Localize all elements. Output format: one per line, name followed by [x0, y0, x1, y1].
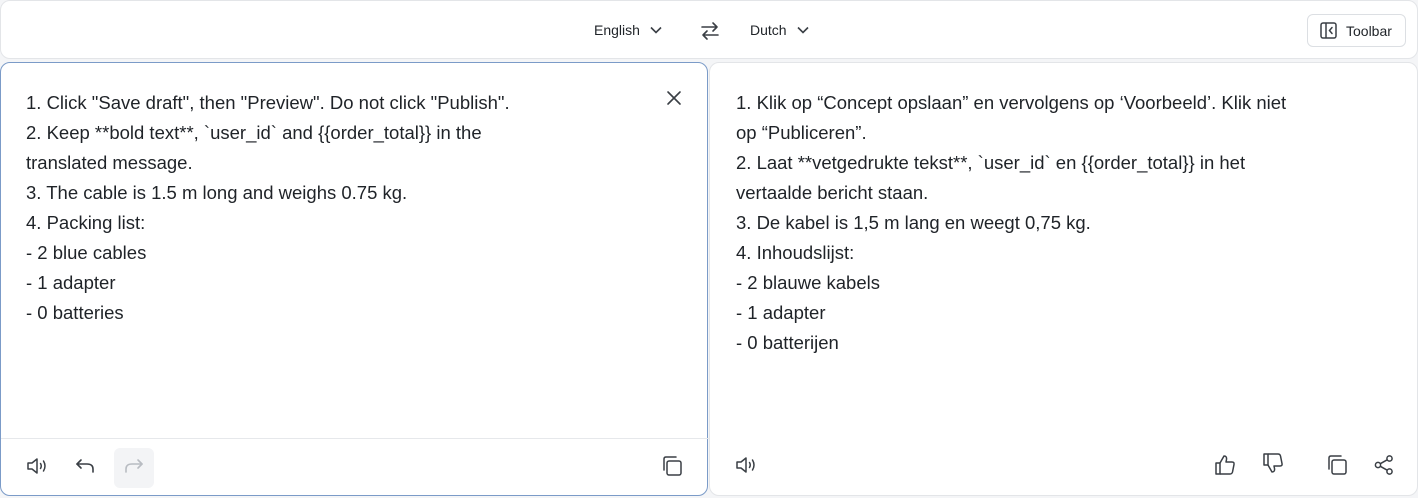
target-language-selector[interactable]: Dutch: [750, 19, 809, 41]
close-icon: [663, 91, 685, 113]
toolbar-button[interactable]: Toolbar: [1307, 14, 1406, 47]
redo-icon: [123, 456, 145, 481]
source-language-label: English: [594, 22, 640, 38]
undo-button[interactable]: [65, 448, 105, 488]
translation-line: 2. Laat **vetgedrukte tekst**, `user_id`…: [736, 152, 1246, 173]
listen-translation-button[interactable]: [727, 447, 767, 487]
translation-line: 3. De kabel is 1,5 m lang en weegt 0,75 …: [736, 212, 1091, 233]
translation-panel: 1. Klik op “Concept opslaan” en vervolge…: [709, 62, 1418, 496]
source-line: - 1 adapter: [26, 272, 116, 293]
target-language-label: Dutch: [750, 22, 787, 38]
language-bar: English Dutch Toolbar: [0, 0, 1418, 59]
listen-source-button[interactable]: [18, 448, 58, 488]
translation-line: - 2 blauwe kabels: [736, 272, 880, 293]
thumbs-up-button[interactable]: [1205, 447, 1245, 487]
translation-output: 1. Klik op “Concept opslaan” en vervolge…: [736, 88, 1286, 358]
source-line: - 2 blue cables: [26, 242, 147, 263]
chevron-down-icon: [650, 26, 662, 34]
source-line: 4. Packing list:: [26, 212, 146, 233]
source-language-selector[interactable]: English: [594, 19, 662, 41]
speaker-icon: [26, 456, 50, 481]
share-button[interactable]: [1364, 447, 1404, 487]
thumbs-down-icon: [1261, 451, 1285, 480]
swap-arrows-icon: [699, 22, 721, 46]
copy-icon: [661, 455, 683, 482]
toolbar-label: Toolbar: [1346, 22, 1392, 39]
source-line: 3. The cable is 1.5 m long and weighs 0.…: [26, 182, 408, 203]
copy-translation-button[interactable]: [1317, 447, 1357, 487]
translation-line: - 1 adapter: [736, 302, 826, 323]
copy-source-button[interactable]: [652, 448, 692, 488]
thumbs-up-icon: [1213, 453, 1237, 482]
translation-line: op “Publiceren”.: [736, 122, 867, 143]
share-icon: [1373, 454, 1395, 481]
source-text-panel[interactable]: 1. Click "Save draft", then "Preview". D…: [0, 62, 709, 496]
translation-line: - 0 batterijen: [736, 332, 839, 353]
thumbs-down-button[interactable]: [1253, 445, 1293, 485]
source-line: 2. Keep **bold text**, `user_id` and {{o…: [26, 122, 482, 143]
copy-icon: [1326, 454, 1348, 481]
chevron-down-icon: [797, 26, 809, 34]
source-text-input[interactable]: 1. Click "Save draft", then "Preview". D…: [26, 88, 510, 328]
clear-text-button[interactable]: [663, 87, 685, 109]
source-line: translated message.: [26, 152, 193, 173]
translation-line: 1. Klik op “Concept opslaan” en vervolge…: [736, 92, 1287, 113]
source-line: 1. Click "Save draft", then "Preview". D…: [26, 92, 510, 113]
redo-button[interactable]: [114, 448, 154, 488]
speaker-icon: [735, 455, 759, 480]
source-panel-footer: [1, 438, 709, 496]
translation-line: 4. Inhoudslijst:: [736, 242, 855, 263]
undo-icon: [74, 456, 96, 481]
sidebar-panel-icon: [1320, 22, 1337, 39]
swap-languages-button[interactable]: [699, 20, 721, 42]
source-line: - 0 batteries: [26, 302, 124, 323]
translation-line: vertaalde bericht staan.: [736, 182, 929, 203]
